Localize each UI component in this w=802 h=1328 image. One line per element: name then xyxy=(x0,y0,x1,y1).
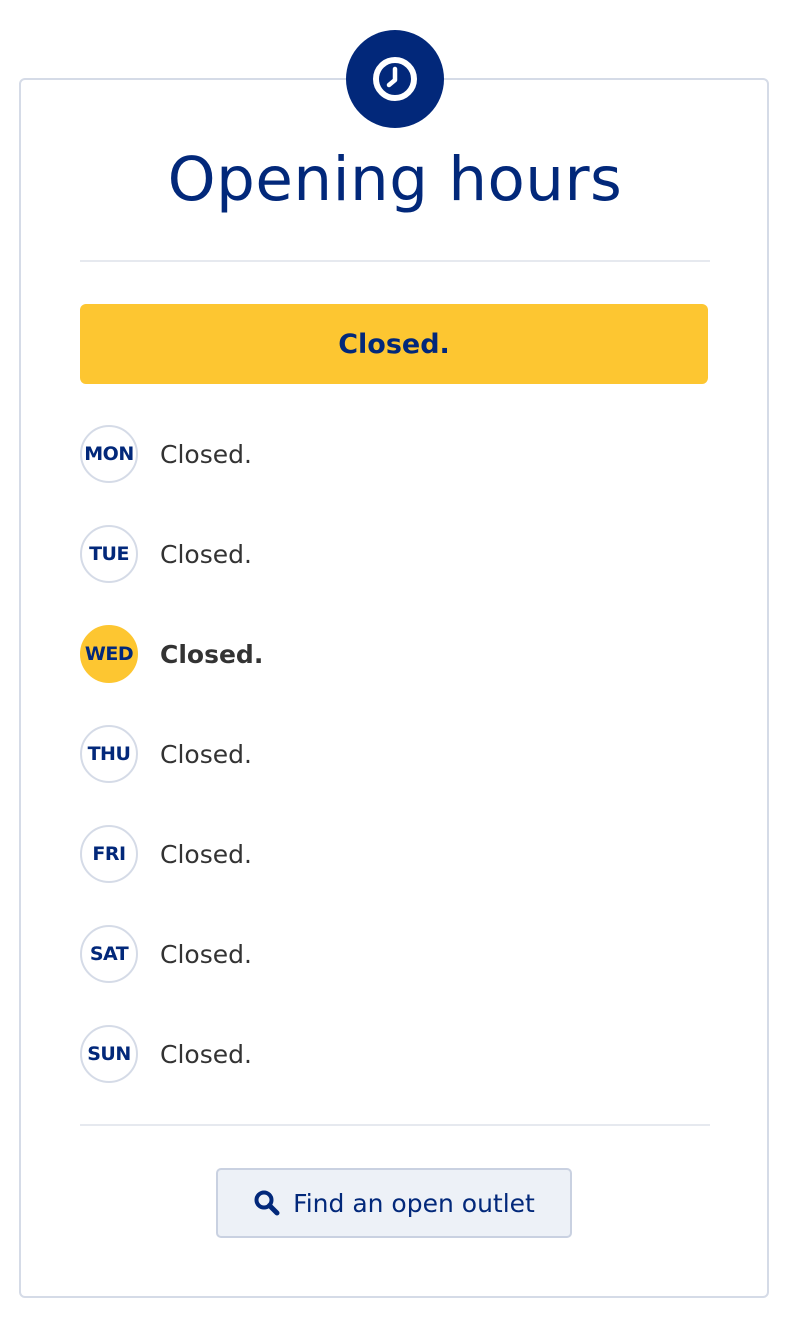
day-row-sat: SAT Closed. xyxy=(80,924,680,984)
day-row-wed: WED Closed. xyxy=(80,624,680,684)
find-open-outlet-label: Find an open outlet xyxy=(293,1188,535,1218)
day-badge: FRI xyxy=(80,825,138,883)
day-badge-today: WED xyxy=(80,625,138,683)
top-divider xyxy=(80,260,710,262)
day-status: Closed. xyxy=(160,939,252,969)
day-row-fri: FRI Closed. xyxy=(80,824,680,884)
day-badge: TUE xyxy=(80,525,138,583)
find-open-outlet-button[interactable]: Find an open outlet xyxy=(216,1168,572,1238)
search-icon xyxy=(253,1189,281,1217)
day-status: Closed. xyxy=(160,539,252,569)
day-status: Closed. xyxy=(160,439,252,469)
day-row-mon: MON Closed. xyxy=(80,424,680,484)
day-badge: SAT xyxy=(80,925,138,983)
day-row-sun: SUN Closed. xyxy=(80,1024,680,1084)
day-row-thu: THU Closed. xyxy=(80,724,680,784)
day-status-today: Closed. xyxy=(160,639,264,669)
day-row-tue: TUE Closed. xyxy=(80,524,680,584)
day-badge: SUN xyxy=(80,1025,138,1083)
day-status: Closed. xyxy=(160,839,252,869)
day-status: Closed. xyxy=(160,1039,252,1069)
day-badge: MON xyxy=(80,425,138,483)
day-badge: THU xyxy=(80,725,138,783)
clock-icon xyxy=(346,30,444,128)
day-status: Closed. xyxy=(160,739,252,769)
status-banner: Closed. xyxy=(80,304,708,384)
page-title: Opening hours xyxy=(167,144,623,215)
bottom-divider xyxy=(80,1124,710,1126)
